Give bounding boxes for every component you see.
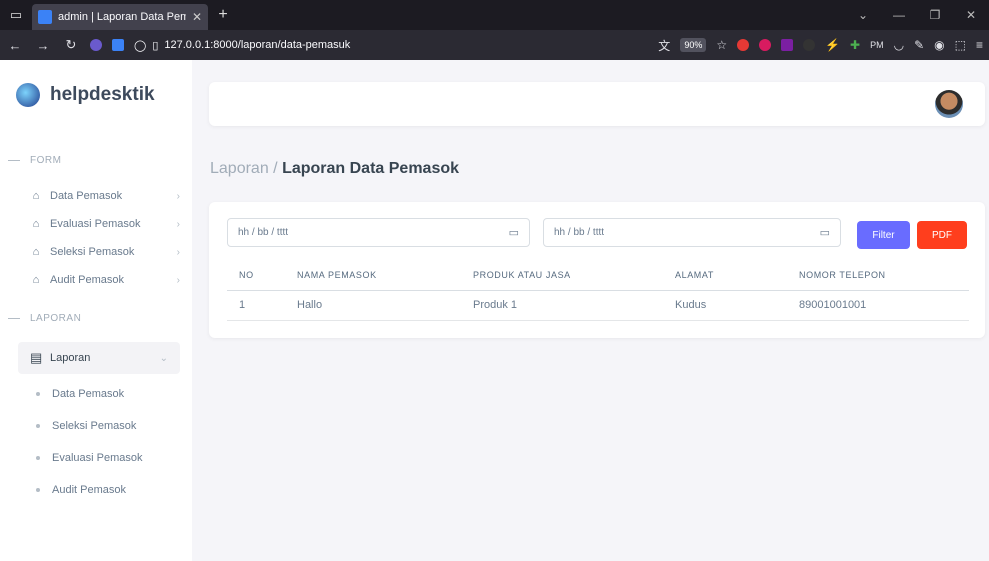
sidebar-subitem-evaluasi-pemasok[interactable]: Evaluasi Pemasok <box>0 442 192 474</box>
brand-name: helpdesktik <box>50 84 155 105</box>
bullet-icon <box>36 392 40 396</box>
bullet-icon <box>36 424 40 428</box>
sidebar-item-laporan[interactable]: ▤ Laporan ⌄ <box>18 342 180 374</box>
report-card: hh / bb / tttt ▭ hh / bb / tttt ▭ Filter… <box>209 202 985 338</box>
new-tab-button[interactable]: + <box>208 6 238 24</box>
reload-icon[interactable]: ↻ <box>62 37 80 53</box>
extension-icon[interactable] <box>803 39 816 51</box>
supplier-table: NO NAMA PEMASOK PRODUK ATAU JASA ALAMAT … <box>227 260 969 321</box>
column-header: NAMA PEMASOK <box>285 260 461 291</box>
extension-icon[interactable] <box>759 39 772 51</box>
column-header: ALAMAT <box>663 260 787 291</box>
close-window-icon[interactable]: ✕ <box>953 8 989 22</box>
breadcrumb-parent: Laporan / <box>210 160 283 177</box>
column-header: NO <box>227 260 285 291</box>
forward-icon[interactable]: → <box>34 38 52 53</box>
sidebar-item-evaluasi-pemasok[interactable]: ⌂ Evaluasi Pemasok › <box>0 210 192 238</box>
url-bar[interactable]: ◯ ▯ 127.0.0.1:8000/laporan/data-pemasuk <box>134 39 350 52</box>
extension-icon[interactable]: ✚ <box>850 38 860 52</box>
avatar[interactable] <box>935 90 963 118</box>
calendar-icon[interactable]: ▭ <box>820 226 830 239</box>
tab-close-icon[interactable]: ✕ <box>192 10 202 24</box>
chevron-down-icon: ⌄ <box>159 352 168 364</box>
bookmark-star-icon[interactable]: ☆ <box>716 38 727 52</box>
browser-tab-bar: ▭ admin | Laporan Data Pemasok ✕ + ⌄ — ❐… <box>0 0 989 30</box>
sidebar-subitem-seleksi-pemasok[interactable]: Seleksi Pemasok <box>0 410 192 442</box>
table-cell: 89001001001 <box>787 290 969 321</box>
report-icon: ▤ <box>30 350 43 365</box>
toolbar-right: 文 90% ☆ ⚡ ✚ PM ◡ ✎ ◉ ⬚ ≡ <box>658 37 983 54</box>
menu-header-form: FORM <box>0 146 192 174</box>
favicon-icon <box>38 10 52 24</box>
table-cell: Kudus <box>663 290 787 321</box>
shield-icon[interactable]: ◯ <box>134 39 146 52</box>
restore-icon[interactable]: ❐ <box>917 8 953 22</box>
tab-list-icon[interactable]: ▭ <box>0 0 32 30</box>
tab-title: admin | Laporan Data Pemasok <box>58 11 186 23</box>
start-date-input[interactable]: hh / bb / tttt ▭ <box>227 218 530 247</box>
browser-tab[interactable]: admin | Laporan Data Pemasok ✕ <box>32 4 208 30</box>
extension-icon[interactable] <box>737 39 750 51</box>
brand[interactable]: helpdesktik <box>0 60 192 130</box>
sidebar-item-audit-pemasok[interactable]: ⌂ Audit Pemasok › <box>0 266 192 294</box>
wrench-icon[interactable]: ✎ <box>914 38 924 52</box>
breadcrumb: Laporan / Laporan Data Pemasok <box>210 160 459 178</box>
extension-icon[interactable]: ⚡ <box>825 38 840 52</box>
page-title: Laporan Data Pemasok <box>282 160 460 177</box>
chevron-right-icon: › <box>176 190 180 202</box>
chevron-right-icon: › <box>176 218 180 230</box>
sidebar-item-seleksi-pemasok[interactable]: ⌂ Seleksi Pemasok › <box>0 238 192 266</box>
pdf-button[interactable]: PDF <box>917 221 967 249</box>
lock-icon: ⌂ <box>32 274 40 286</box>
browser-nav-bar: ← → ↻ ◯ ▯ 127.0.0.1:8000/laporan/data-pe… <box>0 30 989 60</box>
window-controls: ⌄ — ❐ ✕ <box>845 8 989 22</box>
back-icon[interactable]: ← <box>6 38 24 53</box>
column-header: PRODUK ATAU JASA <box>461 260 663 291</box>
chevron-right-icon: › <box>176 274 180 286</box>
table-row: 1 Hallo Produk 1 Kudus 89001001001 <box>227 290 969 321</box>
top-navbar <box>209 82 985 126</box>
end-date-input[interactable]: hh / bb / tttt ▭ <box>543 218 841 247</box>
pocket-icon[interactable]: ◡ <box>894 38 904 52</box>
chevron-right-icon: › <box>176 246 180 258</box>
tab-overflow-icon[interactable]: ⌄ <box>845 8 881 22</box>
bullet-icon <box>36 456 40 460</box>
extension-pm[interactable]: PM <box>870 40 884 50</box>
bullet-icon <box>36 488 40 492</box>
minimize-icon[interactable]: — <box>881 8 917 22</box>
lock-icon: ⌂ <box>32 218 40 230</box>
zoom-badge[interactable]: 90% <box>680 38 707 52</box>
filter-button[interactable]: Filter <box>857 221 910 249</box>
url-text[interactable]: 127.0.0.1:8000/laporan/data-pemasuk <box>164 39 350 51</box>
extension-icon[interactable] <box>781 39 794 51</box>
table-cell: Produk 1 <box>461 290 663 321</box>
page-icon: ▯ <box>152 39 159 52</box>
calendar-icon[interactable]: ▭ <box>509 226 519 239</box>
sidebar-subitem-data-pemasok[interactable]: Data Pemasok <box>0 378 192 410</box>
sidebar-subitem-audit-pemasok[interactable]: Audit Pemasok <box>0 474 192 506</box>
translate-icon[interactable]: 文 <box>658 37 670 54</box>
extension-icon[interactable] <box>90 39 102 51</box>
account-icon[interactable]: ◉ <box>934 38 944 52</box>
menu-icon[interactable]: ≡ <box>976 38 983 52</box>
extensions-icon[interactable]: ⬚ <box>955 38 966 52</box>
table-cell: 1 <box>227 290 285 321</box>
menu-header-laporan: LAPORAN <box>0 304 192 332</box>
sidebar-item-data-pemasok[interactable]: ⌂ Data Pemasok › <box>0 182 192 210</box>
lock-icon: ⌂ <box>32 246 40 258</box>
extension-icon[interactable] <box>112 39 124 51</box>
brand-logo-icon <box>16 83 40 107</box>
table-header-row: NO NAMA PEMASOK PRODUK ATAU JASA ALAMAT … <box>227 260 969 291</box>
lock-icon: ⌂ <box>32 190 40 202</box>
column-header: NOMOR TELEPON <box>787 260 969 291</box>
table-cell: Hallo <box>285 290 461 321</box>
sidebar: helpdesktik FORM ⌂ Data Pemasok › ⌂ Eval… <box>0 60 192 561</box>
